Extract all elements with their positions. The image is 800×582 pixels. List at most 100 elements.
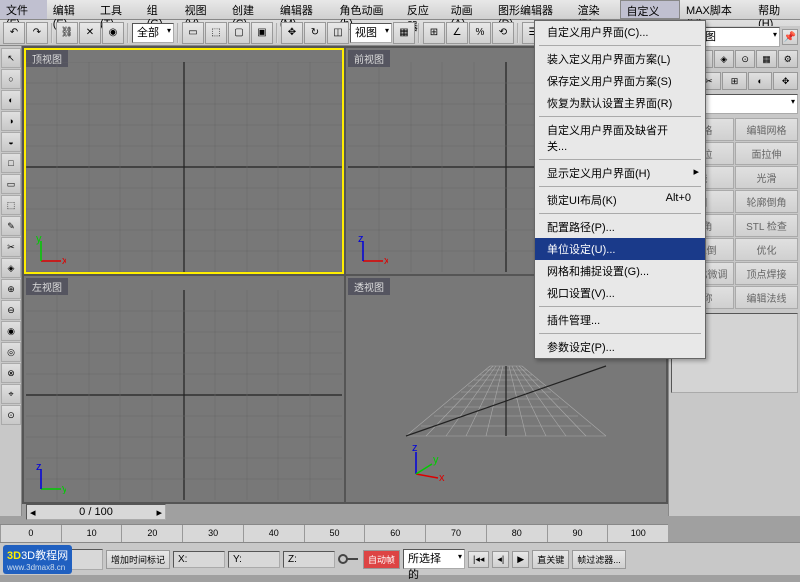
auto-key-button[interactable]: 自动帧: [363, 550, 400, 569]
btn-smooth[interactable]: 光滑: [735, 166, 798, 189]
viewport-top[interactable]: 顶视图 xy: [24, 48, 344, 274]
select-button[interactable]: ▭: [182, 22, 204, 44]
subtab-3[interactable]: ⊞: [722, 72, 747, 90]
mi-plugin-manager[interactable]: 插件管理...: [535, 309, 705, 331]
mi-load-scheme[interactable]: 装入定义用户界面方案(L): [535, 48, 705, 70]
prev-frame-button[interactable]: ◂|: [492, 551, 509, 568]
btn-edit-mesh[interactable]: 编辑网格: [735, 118, 798, 141]
subtab-4[interactable]: ◐: [748, 72, 773, 90]
angle-snap-button[interactable]: ∠: [446, 22, 468, 44]
btn-edit-normals[interactable]: 编辑法线: [735, 286, 798, 309]
tab-utilities[interactable]: ⚙: [778, 50, 798, 68]
tool-3[interactable]: ◐: [1, 90, 21, 110]
rotate-button[interactable]: ↻: [304, 22, 326, 44]
mi-grid-snap[interactable]: 网格和捕捉设置(G)...: [535, 260, 705, 282]
selection-filter-dropdown[interactable]: 全部: [132, 23, 174, 43]
percent-snap-button[interactable]: %: [469, 22, 491, 44]
menu-character[interactable]: 角色动画(h): [334, 0, 401, 19]
menu-maxscript[interactable]: MAX脚本(M): [680, 0, 752, 19]
mi-config-paths[interactable]: 配置路径(P)...: [535, 216, 705, 238]
unlink-button[interactable]: ✕: [79, 22, 101, 44]
timeline-range[interactable]: ◂0 / 100▸: [26, 504, 166, 520]
tool-12[interactable]: ⊕: [1, 279, 21, 299]
menu-group[interactable]: 组(G): [141, 0, 179, 19]
tool-13[interactable]: ⊖: [1, 300, 21, 320]
tool-4[interactable]: ◑: [1, 111, 21, 131]
play-button[interactable]: ▶: [512, 551, 529, 568]
menu-reactor[interactable]: 反应器: [401, 0, 445, 19]
menu-edit[interactable]: 编辑(E): [47, 0, 94, 19]
timeline-ruler[interactable]: 0 10 20 30 40 50 60 70 80 90 100: [0, 524, 668, 542]
tool-16[interactable]: ⊗: [1, 363, 21, 383]
x-coord[interactable]: X:: [173, 551, 225, 568]
tool-10[interactable]: ✂: [1, 237, 21, 257]
tool-2[interactable]: ○: [1, 69, 21, 89]
subtab-5[interactable]: ✥: [773, 72, 798, 90]
move-button[interactable]: ✥: [281, 22, 303, 44]
menu-animation[interactable]: 动画(A): [445, 0, 492, 19]
mi-units-setup[interactable]: 单位设定(U)...: [535, 238, 705, 260]
mi-custom-ui[interactable]: 自定义用户界面(C)...: [535, 21, 705, 43]
set-key-button[interactable]: 直关键: [532, 550, 569, 569]
z-coord[interactable]: Z:: [283, 551, 335, 568]
tool-7[interactable]: ▭: [1, 174, 21, 194]
tab-display[interactable]: ▦: [756, 50, 776, 68]
mi-defaults-switch[interactable]: 自定义用户界面及缺省开关...: [535, 119, 705, 157]
y-coord[interactable]: Y:: [228, 551, 280, 568]
select-region-button[interactable]: ▢: [228, 22, 250, 44]
link-button[interactable]: ⛓: [56, 22, 78, 44]
status-bar: 无选择项 增加时间标记 X: Y: Z: 自动帧 所选择的 |◂◂ ◂| ▶ 直…: [0, 542, 800, 575]
menu-file[interactable]: 文件(F): [0, 0, 47, 19]
menu-customize[interactable]: 自定义(U): [620, 0, 681, 19]
btn-bevel[interactable]: 轮廓倒角: [735, 190, 798, 213]
redo-button[interactable]: ↷: [26, 22, 48, 44]
snap-button[interactable]: ⊞: [423, 22, 445, 44]
menu-views[interactable]: 视图(V): [179, 0, 226, 19]
mi-lock-ui[interactable]: 锁定UI布局(K)Alt+0: [535, 189, 705, 211]
viewport-left[interactable]: 左视图 yz: [24, 276, 344, 502]
tool-9[interactable]: ✎: [1, 216, 21, 236]
tool-15[interactable]: ◎: [1, 342, 21, 362]
tool-8[interactable]: ⬚: [1, 195, 21, 215]
btn-stl-check[interactable]: STL 检查: [735, 214, 798, 237]
mi-save-scheme[interactable]: 保存定义用户界面方案(S): [535, 70, 705, 92]
svg-text:x: x: [439, 472, 445, 484]
tab-hierarchy[interactable]: ◈: [714, 50, 734, 68]
mi-viewport-config[interactable]: 视口设置(V)...: [535, 282, 705, 304]
menu-help[interactable]: 帮助(H): [752, 0, 800, 19]
add-time-tag-button[interactable]: 增加时间标记: [106, 550, 170, 569]
window-crossing-button[interactable]: ▣: [251, 22, 273, 44]
menu-create[interactable]: 创建(C): [226, 0, 274, 19]
spinner-snap-button[interactable]: ⟲: [492, 22, 514, 44]
tool-18[interactable]: ⊙: [1, 405, 21, 425]
pivot-button[interactable]: ▦: [393, 22, 415, 44]
prev-key-button[interactable]: |◂◂: [468, 551, 489, 568]
tool-14[interactable]: ◉: [1, 321, 21, 341]
pin-icon[interactable]: 📌: [782, 29, 798, 45]
scale-button[interactable]: ◫: [327, 22, 349, 44]
btn-optimize[interactable]: 优化: [735, 238, 798, 261]
bind-button[interactable]: ◉: [102, 22, 124, 44]
mi-restore-default[interactable]: 恢复为默认设置主界面(R): [535, 92, 705, 114]
tool-11[interactable]: ◈: [1, 258, 21, 278]
key-filter-dropdown[interactable]: 所选择的: [403, 549, 465, 569]
tab-motion[interactable]: ⊙: [735, 50, 755, 68]
tool-6[interactable]: □: [1, 153, 21, 173]
tool-1[interactable]: ↖: [1, 48, 21, 68]
svg-text:x: x: [62, 255, 66, 266]
tool-17[interactable]: ⌖: [1, 384, 21, 404]
menu-rendering[interactable]: 渲染(R): [572, 0, 620, 19]
mi-preferences[interactable]: 参数设定(P)...: [535, 336, 705, 358]
btn-vertex-weld[interactable]: 顶点焊接: [735, 262, 798, 285]
ref-coord-dropdown[interactable]: 视图: [350, 23, 392, 43]
undo-button[interactable]: ↶: [3, 22, 25, 44]
select-name-button[interactable]: ⬚: [205, 22, 227, 44]
menu-graph-editors[interactable]: 图形编辑器(D): [492, 0, 572, 19]
btn-face-extrude[interactable]: 面拉伸: [735, 142, 798, 165]
menu-tools[interactable]: 工具(T): [94, 0, 141, 19]
left-toolbox: ↖ ○ ◐ ◑ ◒ □ ▭ ⬚ ✎ ✂ ◈ ⊕ ⊖ ◉ ◎ ⊗ ⌖ ⊙: [0, 46, 22, 516]
mi-show-ui[interactable]: 显示定义用户界面(H): [535, 162, 705, 184]
menu-modifiers[interactable]: 编辑器(M): [274, 0, 334, 19]
tool-5[interactable]: ◒: [1, 132, 21, 152]
key-filters-button[interactable]: 帧过滤器...: [572, 550, 626, 569]
